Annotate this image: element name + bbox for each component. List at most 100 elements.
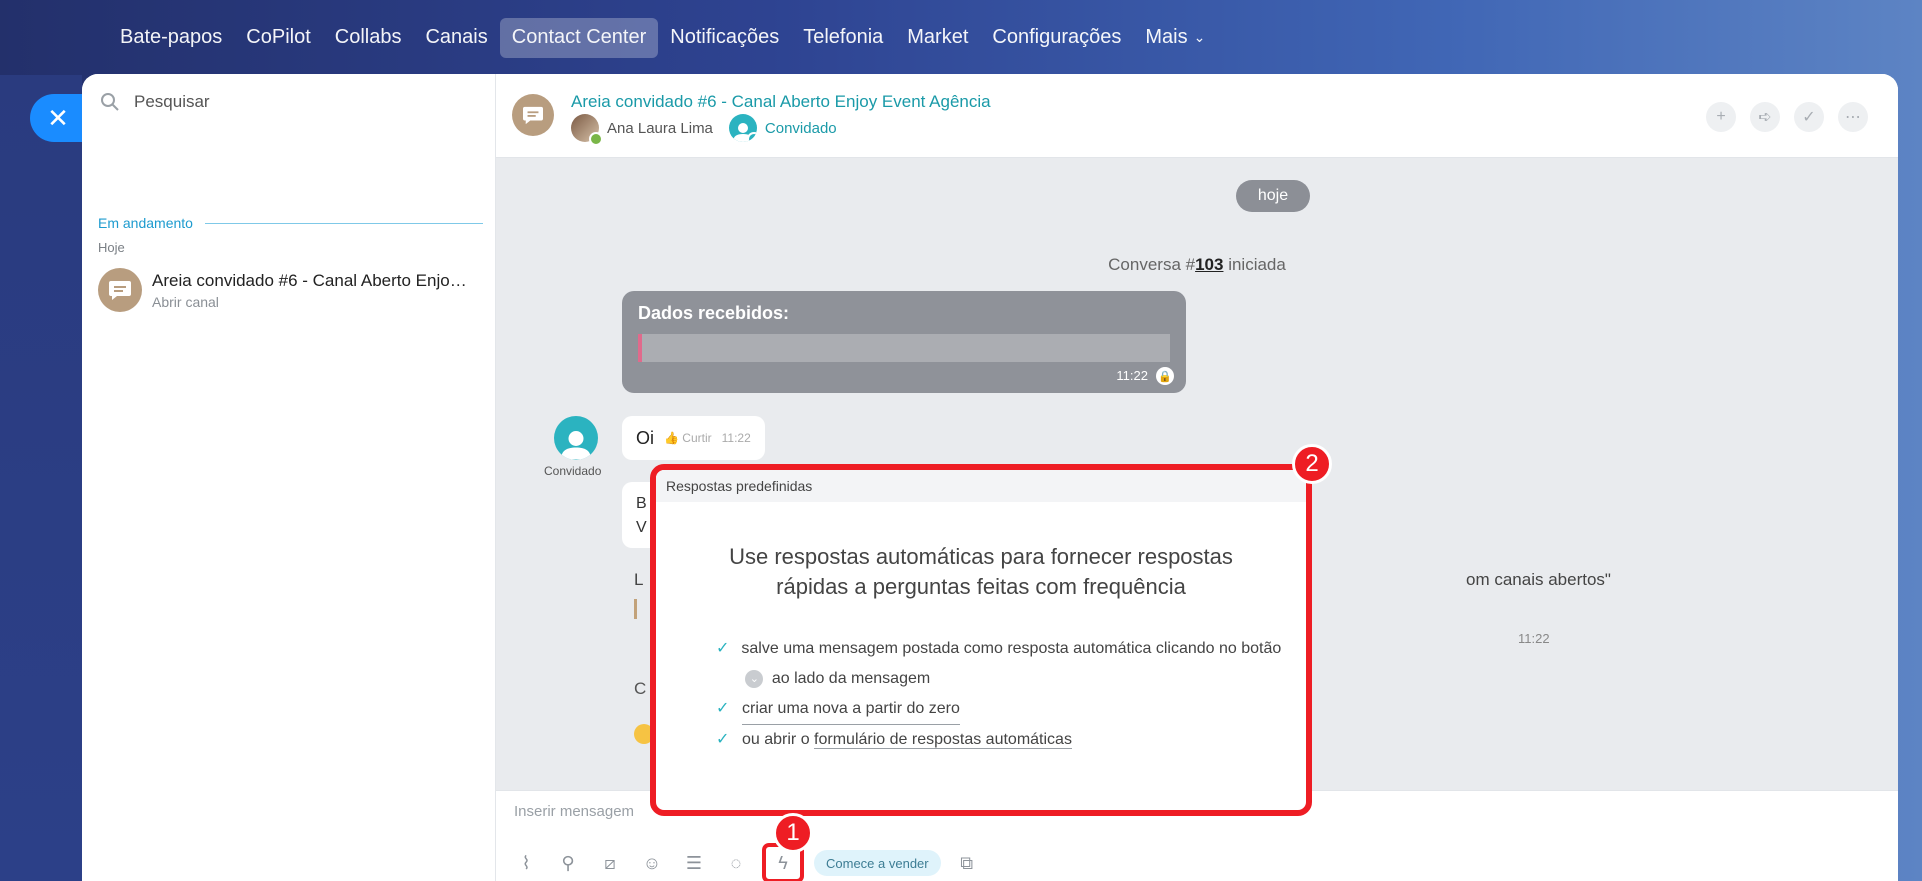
guest-message: Oi 👍 Curtir 11:22 [622,416,765,460]
guest-message-avatar[interactable] [554,416,598,460]
conversation-number-link[interactable]: 103 [1195,255,1223,274]
member-avatar[interactable] [571,114,603,146]
close-icon: ✕ [47,102,69,133]
open-form-link[interactable]: formulário de respostas automáticas [814,731,1072,749]
forward-button[interactable]: ➪ [1750,102,1780,132]
chat-avatar [512,94,554,136]
quick-replies-popup: Respostas predefinidas Use respostas aut… [650,464,1312,816]
chat-title[interactable]: Areia convidado #6 - Canal Aberto Enjoy … [571,92,991,112]
crown-badge-icon [589,132,603,146]
chevron-down-icon: ⌄ [1193,29,1206,45]
nav-contact-center[interactable]: Contact Center [499,17,659,58]
date-group-label: Hoje [98,240,125,255]
search-bar [100,92,454,112]
nav-canais[interactable]: Canais [413,18,499,58]
top-navigation: Bate-papos CoPilot Collabs Canais Contac… [0,0,1922,75]
list-item-text: salve uma mensagem postada como resposta… [741,634,1306,694]
paperclip-icon: ⌇ [521,852,531,873]
nav-mais-label: Mais [1145,26,1188,48]
chat-avatar [98,268,142,312]
list-item: ✓ criar uma nova a partir do zero [716,694,1306,725]
attach-button[interactable]: ⌇ [510,848,542,878]
section-header: Em andamento [98,215,483,231]
window-icon: ⧉ [960,852,974,873]
check-icon: ✓ [716,640,730,657]
partial-text-right: om canais abertos" [1466,570,1611,589]
chat-header: Areia convidado #6 - Canal Aberto Enjoy … [496,74,1898,158]
message-time: 11:22 [1518,631,1550,646]
like-button[interactable]: 👍 Curtir [664,431,712,445]
section-divider [204,222,483,224]
lightning-icon: ϟ [778,852,788,873]
background-panel [0,75,82,881]
plus-icon: + [1716,108,1726,125]
section-title: Em andamento [98,215,193,231]
popup-heading: Use respostas automáticas para fornecer … [729,544,1233,599]
search-icon [101,93,119,111]
system-prefix: Conversa # [1108,255,1196,274]
message-text: Oi [636,427,654,448]
item1-text-end: ao lado da mensagem [771,670,931,687]
add-button[interactable]: + [1706,102,1736,132]
system-suffix: iniciada [1223,255,1286,274]
list-item-text: ou abrir o formulário de respostas autom… [742,725,1072,755]
lock-icon: 🔒 [1156,367,1174,385]
nav-notificacoes[interactable]: Notificações [658,18,791,58]
system-message: Conversa #103 iniciada [496,255,1898,275]
emoji-button[interactable]: ☺ [636,848,668,878]
nav-mais[interactable]: Mais ⌄ [1133,18,1217,58]
list-icon: ☰ [685,852,703,873]
more-icon: ⋯ [1845,109,1861,126]
close-button[interactable]: ✕ [30,94,86,142]
popup-header: Respostas predefinidas [656,470,1306,502]
arrow-right-icon: ➪ [1758,109,1772,126]
quote-marker [634,599,637,619]
nav-market[interactable]: Market [895,18,980,58]
hidden-message-button[interactable]: ◌ [720,848,752,878]
chat-list-item[interactable]: Areia convidado #6 - Canal Aberto Enjoy … [98,268,472,312]
nav-configuracoes[interactable]: Configurações [980,18,1133,58]
chat-members: Ana Laura Lima Convidado [571,114,837,146]
list-item: ✓ ou abrir o formulário de respostas aut… [716,725,1306,755]
list-item: ✓ salve uma mensagem postada como respos… [716,634,1306,694]
nav-telefonia[interactable]: Telefonia [791,18,895,58]
message-time: 11:22 [721,431,751,445]
guest-avatar[interactable] [728,114,757,142]
more-button[interactable]: ⋯ [1838,102,1868,132]
check-icon: ✓ [716,731,730,748]
guest-message-author: Convidado [544,464,602,478]
guest-name[interactable]: Convidado [765,120,837,137]
nav-collabs[interactable]: Collabs [323,18,414,58]
composer-toolbar: ⌇ ⚲ ⧄ ☺ ☰ ◌ ϟ Comece a vender ⧉ [510,843,983,881]
line-badge-icon [746,132,757,142]
start-selling-button[interactable]: Comece a vender [814,850,941,876]
nav-copilot[interactable]: CoPilot [234,18,322,58]
annotation-badge-1: 1 [773,813,813,853]
chat-bubble-icon [109,281,131,300]
user-icon [561,431,591,460]
chat-list-item-title: Areia convidado #6 - Canal Aberto Enjoy … [152,270,472,290]
message-time: 11:22 [1116,368,1148,383]
chat-bubble-icon [523,106,543,125]
chevron-down-icon: ⌄ [745,669,764,688]
item1-text: salve uma mensagem postada como resposta… [741,640,1282,657]
command-button[interactable]: ⧄ [594,848,626,878]
contact-button[interactable]: ⚲ [552,848,584,878]
redacted-data-bar [638,334,1170,362]
finish-button[interactable]: ✓ [1794,102,1824,132]
header-actions: + ➪ ✓ ⋯ [1706,102,1868,132]
slash-icon: ⧄ [604,852,616,873]
partial-text: C [634,679,647,698]
form-button[interactable]: ☰ [678,848,710,878]
create-new-link[interactable]: criar uma nova a partir do zero [742,694,960,725]
like-label: Curtir [682,431,712,445]
partial-text: L [634,570,644,589]
data-received-title: Dados recebidos: [638,303,790,323]
person-icon: ⚲ [561,852,575,873]
screen-button[interactable]: ⧉ [951,848,983,878]
eye-off-icon: ◌ [730,852,742,873]
member-name[interactable]: Ana Laura Lima [607,120,713,137]
data-received-message: Dados recebidos: 11:22 🔒 [622,291,1186,393]
search-input[interactable] [134,92,454,112]
nav-bate-papos[interactable]: Bate-papos [108,18,234,58]
